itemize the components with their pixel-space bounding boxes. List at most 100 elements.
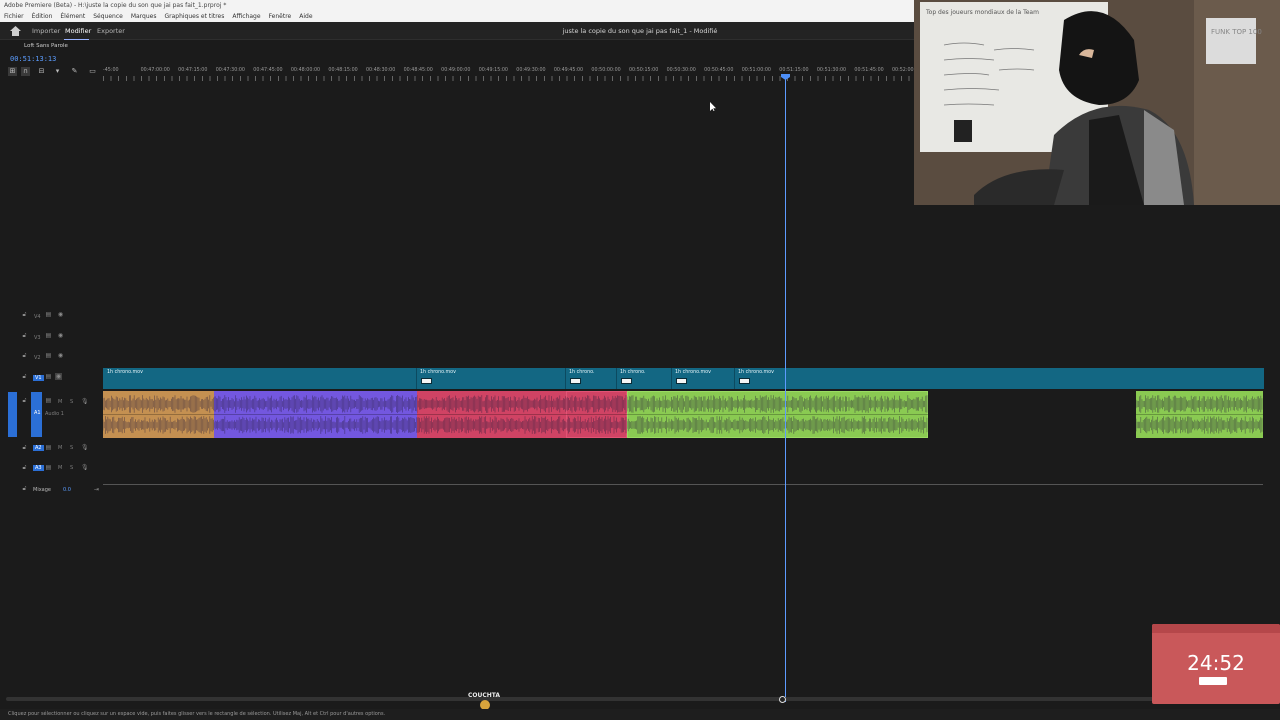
- clip-thumbnail: [621, 378, 632, 384]
- eye-icon[interactable]: ◉: [57, 352, 64, 359]
- track-header-v1[interactable]: 🔓︎ V1 ▤ ◉: [0, 373, 103, 391]
- lock-icon[interactable]: 🔓︎: [21, 397, 28, 404]
- solo-icon[interactable]: S: [70, 465, 73, 471]
- magnet-icon[interactable]: ∩: [21, 67, 30, 76]
- video-track-v1[interactable]: 1h chrono.mov 1h chrono.mov 1h chrono. 1…: [103, 368, 1264, 389]
- menu-sequence[interactable]: Séquence: [93, 11, 123, 22]
- menu-view[interactable]: Affichage: [232, 11, 260, 22]
- sync-icon[interactable]: ▤: [45, 311, 52, 318]
- eye-icon[interactable]: ◉: [57, 311, 64, 318]
- track-header-mix: 🔓︎ Mixage 0.0 ⇥: [0, 485, 103, 503]
- whiteboard-text: Top des joueurs mondiaux de la Team: [925, 9, 1039, 16]
- sync-icon[interactable]: ▤: [45, 332, 52, 339]
- go-to-end-icon[interactable]: ⇥: [93, 486, 100, 493]
- audio-clip-selected[interactable]: [566, 391, 627, 438]
- timer-button[interactable]: [1199, 677, 1227, 685]
- ruler-label: 00:48:30:00: [366, 68, 396, 73]
- tab-import[interactable]: Importer: [32, 27, 60, 35]
- audio-clip[interactable]: [214, 391, 417, 438]
- track-label: A2: [33, 445, 44, 451]
- waveform: [214, 391, 417, 438]
- captions-icon[interactable]: ▭: [88, 67, 97, 76]
- mute-icon[interactable]: M: [58, 399, 62, 405]
- ruler-label: 00:49:15:00: [478, 68, 508, 73]
- menu-clip[interactable]: Élément: [60, 11, 85, 22]
- lock-icon[interactable]: 🔓︎: [21, 311, 28, 318]
- track-header-v4[interactable]: 🔓︎ V4 ▤ ◉: [0, 311, 103, 329]
- wrench-icon[interactable]: ✎: [70, 67, 79, 76]
- lock-icon[interactable]: 🔓︎: [21, 464, 28, 471]
- marker-icon[interactable]: ▾: [53, 67, 62, 76]
- time-ruler[interactable]: -45:00 00:47:00:00 00:47:15:00 00:47:30:00 0…: [103, 64, 921, 84]
- ruler-label: 00:50:45:00: [704, 68, 734, 73]
- track-label: V3: [34, 335, 41, 341]
- audio-clip-selected[interactable]: [627, 391, 928, 438]
- ruler-label: 00:47:15:00: [178, 68, 208, 73]
- linked-selection-icon[interactable]: ⊟: [37, 67, 46, 76]
- ruler-label: 00:51:15:00: [779, 68, 809, 73]
- tab-export[interactable]: Exporter: [97, 27, 125, 35]
- lock-icon[interactable]: 🔓︎: [21, 485, 28, 492]
- track-label: A1: [34, 410, 41, 416]
- sync-icon[interactable]: ▤: [45, 464, 52, 471]
- video-clip-label[interactable]: 1h chrono.mov: [738, 370, 774, 375]
- menu-file[interactable]: Fichier: [4, 11, 24, 22]
- sequence-tab[interactable]: Loft Sans Parole: [24, 43, 68, 49]
- mic-icon[interactable]: 🎙︎: [81, 464, 89, 471]
- tab-edit[interactable]: Modifier: [65, 27, 91, 35]
- mute-icon[interactable]: M: [58, 465, 62, 471]
- ruler-label: 00:48:00:00: [290, 68, 321, 73]
- track-header-a2[interactable]: 🔓︎ A2 ▤ M S 🎙︎: [0, 444, 103, 462]
- clip-thumbnail: [676, 378, 687, 384]
- track-label: A3: [33, 465, 44, 471]
- clip-thumbnail: [570, 378, 581, 384]
- solo-icon[interactable]: S: [70, 399, 73, 405]
- audio-clip[interactable]: [103, 391, 214, 438]
- ruler-ticks: [103, 76, 914, 81]
- audio-clip[interactable]: [1136, 391, 1263, 438]
- menu-graphics[interactable]: Graphiques et titres: [164, 11, 224, 22]
- track-header-a3[interactable]: 🔓︎ A3 ▤ M S 🎙︎: [0, 464, 103, 482]
- sync-icon[interactable]: ▤: [45, 444, 52, 451]
- lock-icon[interactable]: 🔓︎: [21, 352, 28, 359]
- ruler-label: 00:48:45:00: [403, 68, 433, 73]
- timeline-scrollbar[interactable]: [6, 697, 1262, 701]
- video-clip-label[interactable]: 1h chrono.mov: [675, 370, 711, 375]
- menu-help[interactable]: Aide: [299, 11, 312, 22]
- ruler-label: 00:50:00:00: [591, 68, 621, 73]
- video-clip-label[interactable]: 1h chrono.mov: [420, 370, 456, 375]
- waveform: [627, 391, 928, 438]
- track-header-v2[interactable]: 🔓︎ V2 ▤ ◉: [0, 352, 103, 370]
- lock-icon[interactable]: 🔓︎: [21, 444, 28, 451]
- menu-window[interactable]: Fenêtre: [269, 11, 292, 22]
- playhead-line[interactable]: [785, 74, 786, 702]
- audio-clip[interactable]: [417, 391, 566, 438]
- timecode-display[interactable]: 00:51:13:13: [10, 55, 56, 63]
- track-label: V4: [34, 314, 41, 320]
- video-clip-label[interactable]: 1h chrono.mov: [107, 370, 143, 375]
- sync-icon[interactable]: ▤: [45, 352, 52, 359]
- snap-icon[interactable]: ⊞: [8, 67, 17, 76]
- video-clip-label[interactable]: 1h chrono.: [569, 370, 595, 375]
- track-header-a1[interactable]: 🔓︎ A1 ▤ M S 🎙︎ Audio 1: [0, 397, 103, 437]
- sync-icon[interactable]: ▤: [45, 397, 52, 404]
- mic-icon[interactable]: 🎙︎: [81, 398, 89, 405]
- track-header-v3[interactable]: 🔓︎ V3 ▤ ◉: [0, 332, 103, 350]
- mic-icon[interactable]: 🎙︎: [81, 444, 89, 451]
- scrollbar-handle[interactable]: [779, 696, 786, 703]
- menu-bar: Fichier Édition Élément Séquence Marques…: [0, 11, 914, 22]
- lock-icon[interactable]: 🔓︎: [21, 373, 28, 380]
- mouse-cursor: [710, 102, 716, 111]
- video-clip-label[interactable]: 1h chrono.: [620, 370, 646, 375]
- menu-edit[interactable]: Édition: [32, 11, 53, 22]
- solo-icon[interactable]: S: [70, 445, 73, 451]
- eye-icon[interactable]: ◉: [55, 373, 62, 380]
- sync-icon[interactable]: ▤: [45, 373, 52, 380]
- menu-markers[interactable]: Marques: [131, 11, 157, 22]
- lock-icon[interactable]: 🔓︎: [21, 332, 28, 339]
- webcam-overlay: Top des joueurs mondiaux de la Team FUNK…: [914, 0, 1280, 205]
- mute-icon[interactable]: M: [58, 445, 62, 451]
- eye-icon[interactable]: ◉: [57, 332, 64, 339]
- home-icon[interactable]: [10, 26, 21, 36]
- mix-volume[interactable]: 0.0: [63, 487, 71, 493]
